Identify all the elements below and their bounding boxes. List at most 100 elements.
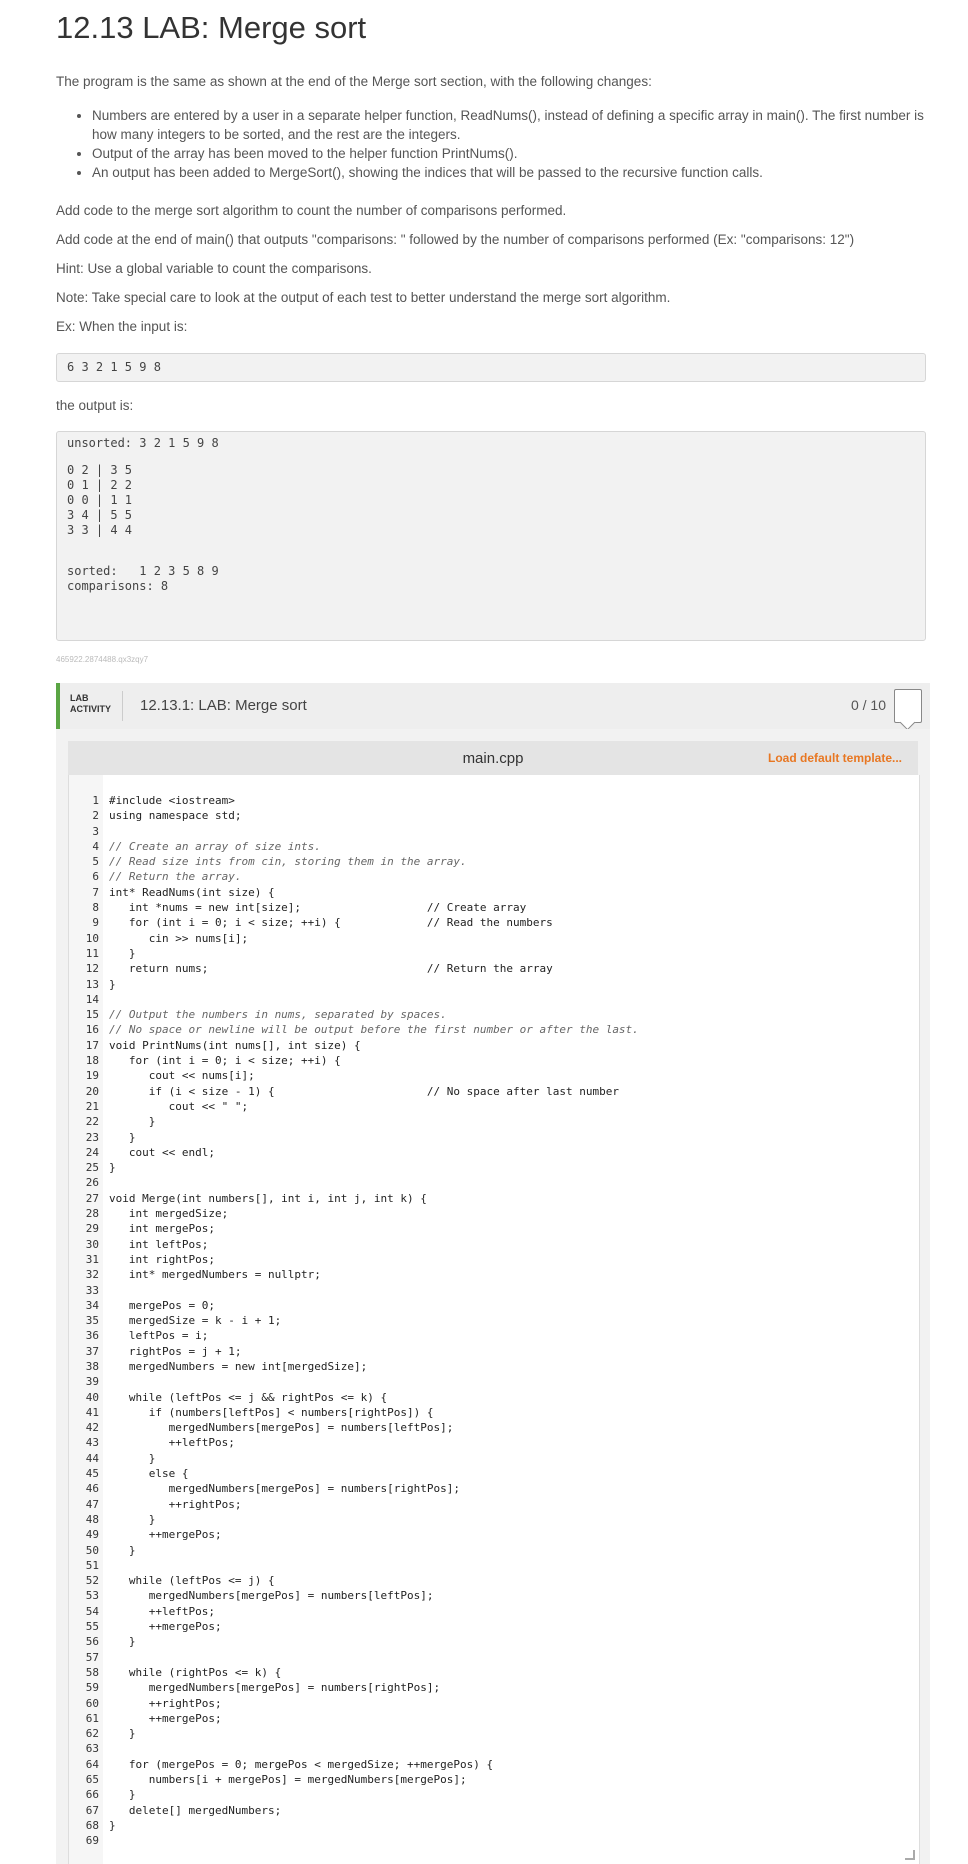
code-line[interactable]: 34 mergePos = 0; xyxy=(69,1298,919,1313)
code-text: using namespace std; xyxy=(109,809,242,823)
code-line[interactable]: 19 cout << nums[i]; xyxy=(69,1068,919,1083)
code-line[interactable]: 68} xyxy=(69,1818,919,1833)
lab-activity-tag: LAB ACTIVITY xyxy=(70,693,111,715)
code-line[interactable]: 33 xyxy=(69,1283,919,1298)
code-line[interactable]: 27 void Merge(int numbers[], int i, int j… xyxy=(69,1191,919,1206)
code-line[interactable]: 2 using namespace std; xyxy=(69,808,919,823)
code-line[interactable]: 5 // Read size ints from cin, storing the… xyxy=(69,854,919,869)
code-line[interactable]: 64 for (mergePos = 0; mergePos < mergedS… xyxy=(69,1757,919,1772)
code-line[interactable]: 14 xyxy=(69,992,919,1007)
code-line[interactable]: 44 } xyxy=(69,1451,919,1466)
code-text: void Merge(int numbers[], int i, int j, … xyxy=(109,1191,427,1205)
line-number: 10 xyxy=(85,931,99,945)
code-line[interactable]: 6 // Return the array. xyxy=(69,869,919,884)
code-lines[interactable]: 1 #include <iostream> 2 using namespace std… xyxy=(69,793,919,1848)
code-line[interactable]: 56 } xyxy=(69,1634,919,1649)
code-line[interactable]: 51 xyxy=(69,1558,919,1573)
lab-tag-line: ACTIVITY xyxy=(70,704,112,714)
code-text: } xyxy=(109,1543,136,1557)
code-line[interactable]: 9 for (int i = 0; i < size; ++i) { // Re… xyxy=(69,915,919,930)
code-line[interactable]: 45 else { xyxy=(69,1466,919,1481)
code-text: } xyxy=(109,946,136,960)
code-text: while (rightPos <= k) { xyxy=(109,1665,282,1679)
line-number: 49 xyxy=(85,1528,99,1542)
code-line[interactable]: 8 int *nums = new int[size]; // Create a… xyxy=(69,900,919,915)
code-line[interactable]: 18 for (int i = 0; i < size; ++i) { xyxy=(69,1053,919,1068)
code-line[interactable]: 23 } xyxy=(69,1130,919,1145)
example-label: Ex: When the input is: xyxy=(56,319,188,334)
code-line[interactable]: 50 } xyxy=(69,1543,919,1558)
code-text: ++mergePos; xyxy=(109,1528,222,1542)
code-line[interactable]: 13} xyxy=(69,977,919,992)
code-line[interactable]: 42 mergedNumbers[mergePos] = numbers[lef… xyxy=(69,1420,919,1435)
code-line[interactable]: 10 cin >> nums[i]; xyxy=(69,931,919,946)
code-text: // Output the numbers in nums, separated… xyxy=(109,1008,447,1022)
line-number: 61 xyxy=(85,1711,99,1725)
code-line[interactable]: 24 cout << endl; xyxy=(69,1145,919,1160)
code-line[interactable]: 26 xyxy=(69,1175,919,1190)
code-line[interactable]: 41 if (numbers[leftPos] < numbers[rightP… xyxy=(69,1405,919,1420)
code-line[interactable]: 16 // No space or newline will be output … xyxy=(69,1022,919,1037)
code-line[interactable]: 4 // Create an array of size ints. xyxy=(69,839,919,854)
code-line[interactable]: 54 ++leftPos; xyxy=(69,1604,919,1619)
code-line[interactable]: 29 int mergePos; xyxy=(69,1221,919,1236)
resize-handle-icon[interactable] xyxy=(905,1850,915,1860)
code-line[interactable]: 55 ++mergePos; xyxy=(69,1619,919,1634)
code-text: for (int i = 0; i < size; ++i) { // Read… xyxy=(109,916,553,930)
code-line[interactable]: 12 return nums; // Return the array xyxy=(69,961,919,976)
code-line[interactable]: 28 int mergedSize; xyxy=(69,1206,919,1221)
code-line[interactable]: 59 mergedNumbers[mergePos] = numbers[rig… xyxy=(69,1680,919,1695)
code-text: } xyxy=(109,1512,156,1526)
code-text: } xyxy=(109,977,116,991)
code-line[interactable]: 62 } xyxy=(69,1726,919,1741)
code-line[interactable]: 61 ++mergePos; xyxy=(69,1711,919,1726)
code-line[interactable]: 31 int rightPos; xyxy=(69,1252,919,1267)
line-number: 26 xyxy=(85,1176,99,1190)
code-line[interactable]: 39 xyxy=(69,1374,919,1389)
line-number: 58 xyxy=(85,1665,99,1679)
code-line[interactable]: 35 mergedSize = k - i + 1; xyxy=(69,1313,919,1328)
code-line[interactable]: 60 ++rightPos; xyxy=(69,1696,919,1711)
code-line[interactable]: 30 int leftPos; xyxy=(69,1237,919,1252)
code-line[interactable]: 46 mergedNumbers[mergePos] = numbers[rig… xyxy=(69,1481,919,1496)
code-line[interactable]: 22 } xyxy=(69,1114,919,1129)
code-line[interactable]: 3 xyxy=(69,824,919,839)
code-text: cin >> nums[i]; xyxy=(109,931,249,945)
load-default-template-link[interactable]: Load default template... xyxy=(768,751,902,765)
code-line[interactable]: 58 while (rightPos <= k) { xyxy=(69,1665,919,1680)
code-line[interactable]: 57 xyxy=(69,1650,919,1665)
code-line[interactable]: 7 int* ReadNums(int size) { xyxy=(69,885,919,900)
code-line[interactable]: 25} xyxy=(69,1160,919,1175)
code-line[interactable]: 69 xyxy=(69,1833,919,1848)
code-line[interactable]: 63 xyxy=(69,1741,919,1756)
code-line[interactable]: 53 mergedNumbers[mergePos] = numbers[lef… xyxy=(69,1588,919,1603)
code-line[interactable]: 21 cout << " "; xyxy=(69,1099,919,1114)
line-number: 22 xyxy=(85,1115,99,1129)
code-line[interactable]: 52 while (leftPos <= j) { xyxy=(69,1573,919,1588)
code-line[interactable]: 1 #include <iostream> xyxy=(69,793,919,808)
code-line[interactable]: 36 leftPos = i; xyxy=(69,1328,919,1343)
line-number: 5 xyxy=(92,855,99,869)
code-line[interactable]: 40 while (leftPos <= j && rightPos <= k)… xyxy=(69,1390,919,1405)
code-line[interactable]: 65 numbers[i + mergePos] = mergedNumbers… xyxy=(69,1772,919,1787)
code-text: rightPos = j + 1; xyxy=(109,1344,242,1358)
code-line[interactable]: 11 } xyxy=(69,946,919,961)
code-line[interactable]: 32 int* mergedNumbers = nullptr; xyxy=(69,1267,919,1282)
code-line[interactable]: 20 if (i < size - 1) { // No space after… xyxy=(69,1084,919,1099)
line-number: 12 xyxy=(85,962,99,976)
output-line: 0 1 | 2 2 xyxy=(67,478,133,492)
code-line[interactable]: 15 // Output the numbers in nums, separat… xyxy=(69,1007,919,1022)
code-line[interactable]: 47 ++rightPos; xyxy=(69,1497,919,1512)
code-editor[interactable]: 1 #include <iostream> 2 using namespace std… xyxy=(68,775,920,1864)
code-line[interactable]: 48 } xyxy=(69,1512,919,1527)
code-line[interactable]: 43 ++leftPos; xyxy=(69,1435,919,1450)
code-line[interactable]: 38 mergedNumbers = new int[mergedSize]; xyxy=(69,1359,919,1374)
code-line[interactable]: 17 void PrintNums(int nums[], int size) { xyxy=(69,1038,919,1053)
code-line[interactable]: 66 } xyxy=(69,1787,919,1802)
list-item: An output has been added to MergeSort(),… xyxy=(92,163,952,182)
code-line[interactable]: 49 ++mergePos; xyxy=(69,1527,919,1542)
code-text: ++leftPos; xyxy=(109,1604,215,1618)
line-number: 4 xyxy=(92,839,99,853)
code-line[interactable]: 37 rightPos = j + 1; xyxy=(69,1344,919,1359)
code-line[interactable]: 67 delete[] mergedNumbers; xyxy=(69,1803,919,1818)
